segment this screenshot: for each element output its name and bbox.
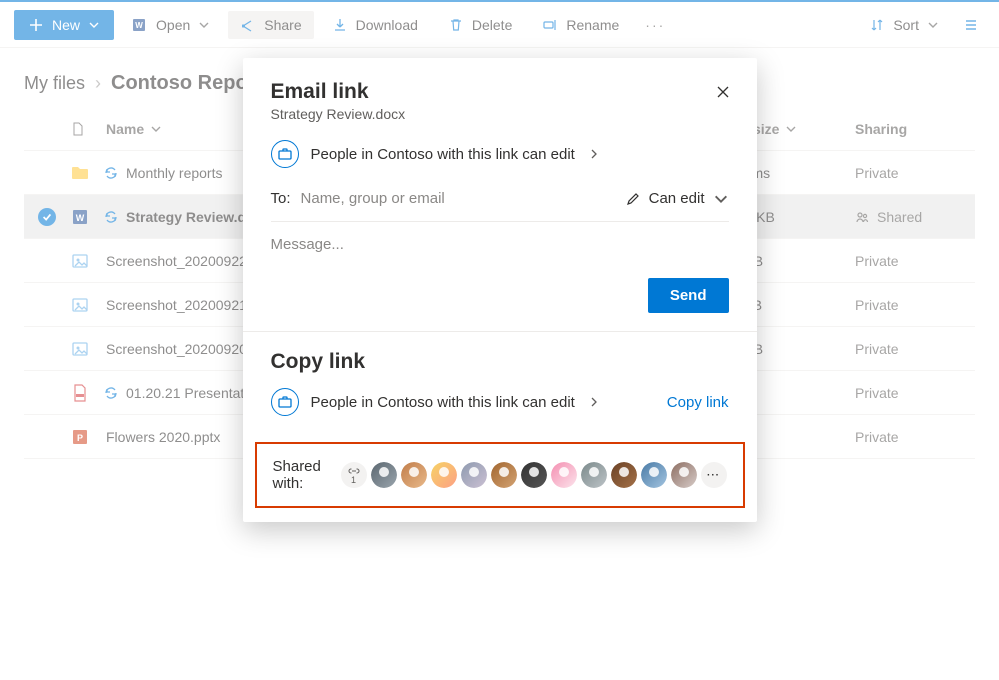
close-icon — [715, 84, 731, 100]
shared-with-label: Shared with: — [273, 458, 329, 492]
more-people-button[interactable]: ··· — [701, 462, 727, 488]
shared-with-avatars: 1 ··· — [341, 462, 727, 488]
person-avatar[interactable] — [431, 462, 457, 488]
person-avatar[interactable] — [491, 462, 517, 488]
message-input[interactable]: Message... — [271, 222, 729, 278]
chevron-right-icon — [589, 397, 599, 407]
person-avatar[interactable] — [461, 462, 487, 488]
send-button[interactable]: Send — [648, 278, 729, 313]
recipients-input[interactable]: Name, group or email — [301, 190, 615, 207]
person-avatar[interactable] — [371, 462, 397, 488]
pencil-icon — [625, 191, 641, 207]
close-button[interactable] — [711, 80, 735, 104]
recipients-row: To: Name, group or email Can edit — [271, 190, 729, 222]
shared-with-section: Shared with: 1 ··· — [255, 442, 745, 508]
briefcase-icon — [271, 140, 299, 168]
share-dialog: Email link Strategy Review.docx People i… — [243, 58, 757, 522]
email-link-title: Email link — [271, 80, 729, 104]
dialog-filename: Strategy Review.docx — [271, 106, 729, 122]
person-avatar[interactable] — [581, 462, 607, 488]
briefcase-icon — [271, 388, 299, 416]
person-avatar[interactable] — [671, 462, 697, 488]
permission-text: People in Contoso with this link can edi… — [311, 146, 575, 163]
copy-link-button[interactable]: Copy link — [667, 394, 729, 411]
chevron-right-icon — [589, 149, 599, 159]
chevron-down-icon — [713, 191, 729, 207]
person-avatar[interactable] — [611, 462, 637, 488]
person-avatar[interactable] — [401, 462, 427, 488]
permission-level-button[interactable]: Can edit — [625, 190, 729, 207]
person-avatar[interactable] — [521, 462, 547, 488]
copy-permission-text: People in Contoso with this link can edi… — [311, 394, 575, 411]
copy-link-title: Copy link — [271, 350, 729, 374]
to-label: To: — [271, 190, 291, 207]
email-link-section: Email link Strategy Review.docx People i… — [243, 58, 757, 331]
link-count-badge[interactable]: 1 — [341, 462, 367, 488]
person-avatar[interactable] — [551, 462, 577, 488]
permission-level-label: Can edit — [649, 190, 705, 207]
copy-permission-scope-button[interactable]: People in Contoso with this link can edi… — [271, 388, 599, 416]
permission-scope-button[interactable]: People in Contoso with this link can edi… — [271, 140, 729, 168]
copy-link-section: Copy link People in Contoso with this li… — [243, 331, 757, 436]
person-avatar[interactable] — [641, 462, 667, 488]
